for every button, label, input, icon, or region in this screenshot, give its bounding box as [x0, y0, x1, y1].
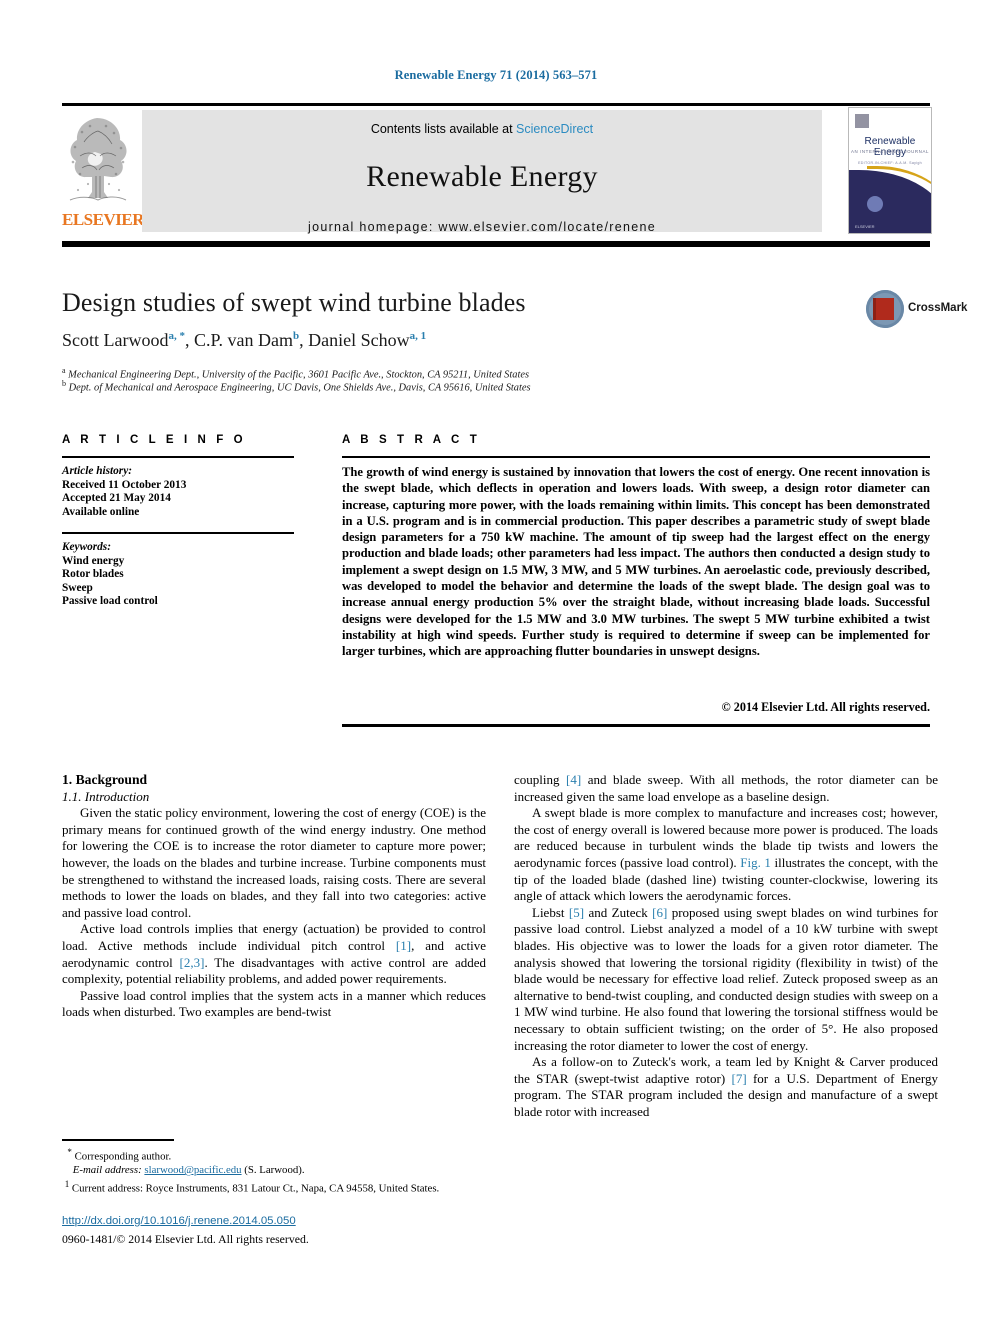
- footnote-corresponding: * Corresponding author.: [62, 1146, 486, 1164]
- elsevier-wordmark: ELSEVIER: [62, 210, 144, 229]
- citation-4[interactable]: [4]: [566, 772, 581, 787]
- crossmark-label: CrossMark: [908, 302, 968, 314]
- journal-masthead: ELSEVIER Contents lists available at Sci…: [62, 107, 932, 234]
- cover-publisher-icon: [855, 114, 869, 128]
- masthead-bottom-rule: [62, 241, 930, 247]
- author-1: Scott Larwood: [62, 330, 169, 350]
- citation-1[interactable]: [1]: [396, 938, 411, 953]
- abstract-top-rule: [342, 456, 930, 458]
- cover-subtitle-2: EDITOR-IN-CHIEF: A.A.M. Sayigh: [858, 161, 922, 165]
- paragraph-right-2: Liebst [5] and Zuteck [6] proposed using…: [514, 904, 938, 1053]
- cover-title: Renewable Energy: [864, 136, 916, 158]
- cover-subtitle: AN INTERNATIONAL JOURNAL: [850, 149, 930, 154]
- paragraph-right-1: A swept blade is more complex to manufac…: [514, 805, 938, 904]
- footnote-star-mark: *: [67, 1147, 72, 1157]
- keyword-1: Rotor blades: [62, 568, 124, 581]
- citation-7[interactable]: [7]: [731, 1071, 746, 1086]
- keyword-0: Wind energy: [62, 554, 125, 567]
- footnote-corresponding-text: Corresponding author.: [74, 1150, 172, 1163]
- running-head: Renewable Energy 71 (2014) 563–571: [394, 68, 598, 82]
- elsevier-tree-icon: [64, 112, 132, 207]
- journal-title: Renewable Energy: [366, 160, 598, 193]
- article-info-rule: [62, 456, 294, 458]
- paragraph-right-0: coupling [4] and blade sweep. With all m…: [514, 772, 938, 804]
- email-address-label: E-mail address:: [72, 1164, 142, 1177]
- keyword-2: Sweep: [62, 581, 93, 594]
- article-info-heading: A R T I C L E I N F O: [62, 434, 247, 446]
- keywords-label: Keywords:: [62, 541, 111, 553]
- email-address-link[interactable]: slarwood@pacific.edu: [144, 1164, 241, 1176]
- contents-prefix: Contents lists available at: [370, 122, 517, 136]
- cover-emblem-icon: [867, 196, 883, 212]
- author-2: C.P. van Dam: [193, 330, 293, 350]
- footnote-1-text: Current address: Royce Instruments, 831 …: [71, 1182, 440, 1195]
- paper-page: Renewable Energy 71 (2014) 563–571 ELSEV…: [0, 0, 992, 1323]
- contents-line: Contents lists available at ScienceDirec…: [142, 122, 822, 136]
- article-history-label: Article history:: [62, 465, 132, 477]
- abstract-bottom-rule: [342, 724, 930, 727]
- footnote-1-mark: 1: [64, 1178, 70, 1189]
- footnote-email: E-mail address: slarwood@pacific.edu (S.…: [62, 1164, 486, 1178]
- figure-1-link[interactable]: Fig. 1: [740, 855, 771, 870]
- affiliation-b: b Dept. of Mechanical and Aerospace Engi…: [62, 379, 862, 393]
- section-heading: 1. Background: [62, 772, 148, 787]
- subsection-heading: 1.1. Introduction: [62, 788, 150, 804]
- paragraph-right-3: As a follow-on to Zuteck's work, a team …: [514, 1054, 938, 1119]
- keyword-3: Passive load control: [62, 595, 158, 608]
- sciencedirect-banner: Contents lists available at ScienceDirec…: [142, 110, 822, 234]
- article-history-item-1: Accepted 21 May 2014: [62, 492, 171, 505]
- affiliation-b-text: Dept. of Mechanical and Aerospace Engine…: [68, 382, 531, 394]
- paragraph-left-2: Passive load control implies that the sy…: [62, 987, 486, 1020]
- author-2-marks: b: [292, 330, 300, 342]
- sciencedirect-link[interactable]: ScienceDirect: [516, 122, 593, 136]
- crossmark-book-icon: [873, 298, 894, 320]
- author-3-marks: a, 1: [409, 330, 427, 342]
- footnote-rule: [62, 1139, 174, 1141]
- issn-copyright-line: 0960-1481/© 2014 Elsevier Ltd. All right…: [62, 1232, 309, 1246]
- keywords-block: Keywords: Wind energy Rotor blades Sweep…: [62, 541, 302, 609]
- paragraph-left-1: Active load controls implies that energy…: [62, 921, 486, 987]
- article-history-item-0: Received 11 October 2013: [62, 478, 187, 491]
- footnote-note-1: 1 Current address: Royce Instruments, 83…: [62, 1178, 486, 1196]
- keywords-rule: [62, 532, 294, 534]
- author-list: Scott Larwooda, *, C.P. van Damb, Daniel…: [62, 330, 427, 350]
- article-history-item-2: Available online: [62, 505, 140, 518]
- abstract-heading: A B S T R A C T: [342, 434, 481, 446]
- affiliation-a-mark: a: [62, 366, 66, 375]
- crossmark-badge[interactable]: CrossMark: [866, 288, 967, 332]
- elsevier-logo: ELSEVIER: [62, 110, 144, 232]
- citation-5[interactable]: [5]: [569, 905, 584, 920]
- abstract-copyright: © 2014 Elsevier Ltd. All rights reserved…: [721, 700, 930, 714]
- citation-6[interactable]: [6]: [652, 905, 667, 920]
- paragraph-left-0: Given the static policy environment, low…: [62, 805, 486, 920]
- affiliation-b-mark: b: [62, 379, 66, 388]
- author-1-marks: a, *: [168, 330, 185, 342]
- body-column-left: 1. Background 1.1. Introduction Given th…: [62, 772, 486, 1021]
- masthead-top-rule: [62, 103, 930, 106]
- email-address-owner: (S. Larwood).: [244, 1164, 305, 1177]
- citation-2-3[interactable]: [2,3]: [180, 955, 205, 970]
- author-3: Daniel Schow: [308, 330, 410, 350]
- journal-homepage[interactable]: journal homepage: www.elsevier.com/locat…: [142, 220, 822, 234]
- page-title: Design studies of swept wind turbine bla…: [62, 288, 526, 317]
- article-history-block: Article history: Received 11 October 201…: [62, 465, 302, 519]
- journal-cover-thumbnail: Renewable Energy AN INTERNATIONAL JOURNA…: [848, 107, 932, 234]
- abstract-text: The growth of wind energy is sustained b…: [342, 465, 930, 659]
- body-column-right: coupling [4] and blade sweep. With all m…: [514, 772, 938, 1120]
- cover-footer-text: ELSEVIER: [855, 224, 875, 229]
- doi-link[interactable]: http://dx.doi.org/10.1016/j.renene.2014.…: [62, 1215, 296, 1227]
- footnote-block: * Corresponding author. E-mail address: …: [62, 1146, 486, 1196]
